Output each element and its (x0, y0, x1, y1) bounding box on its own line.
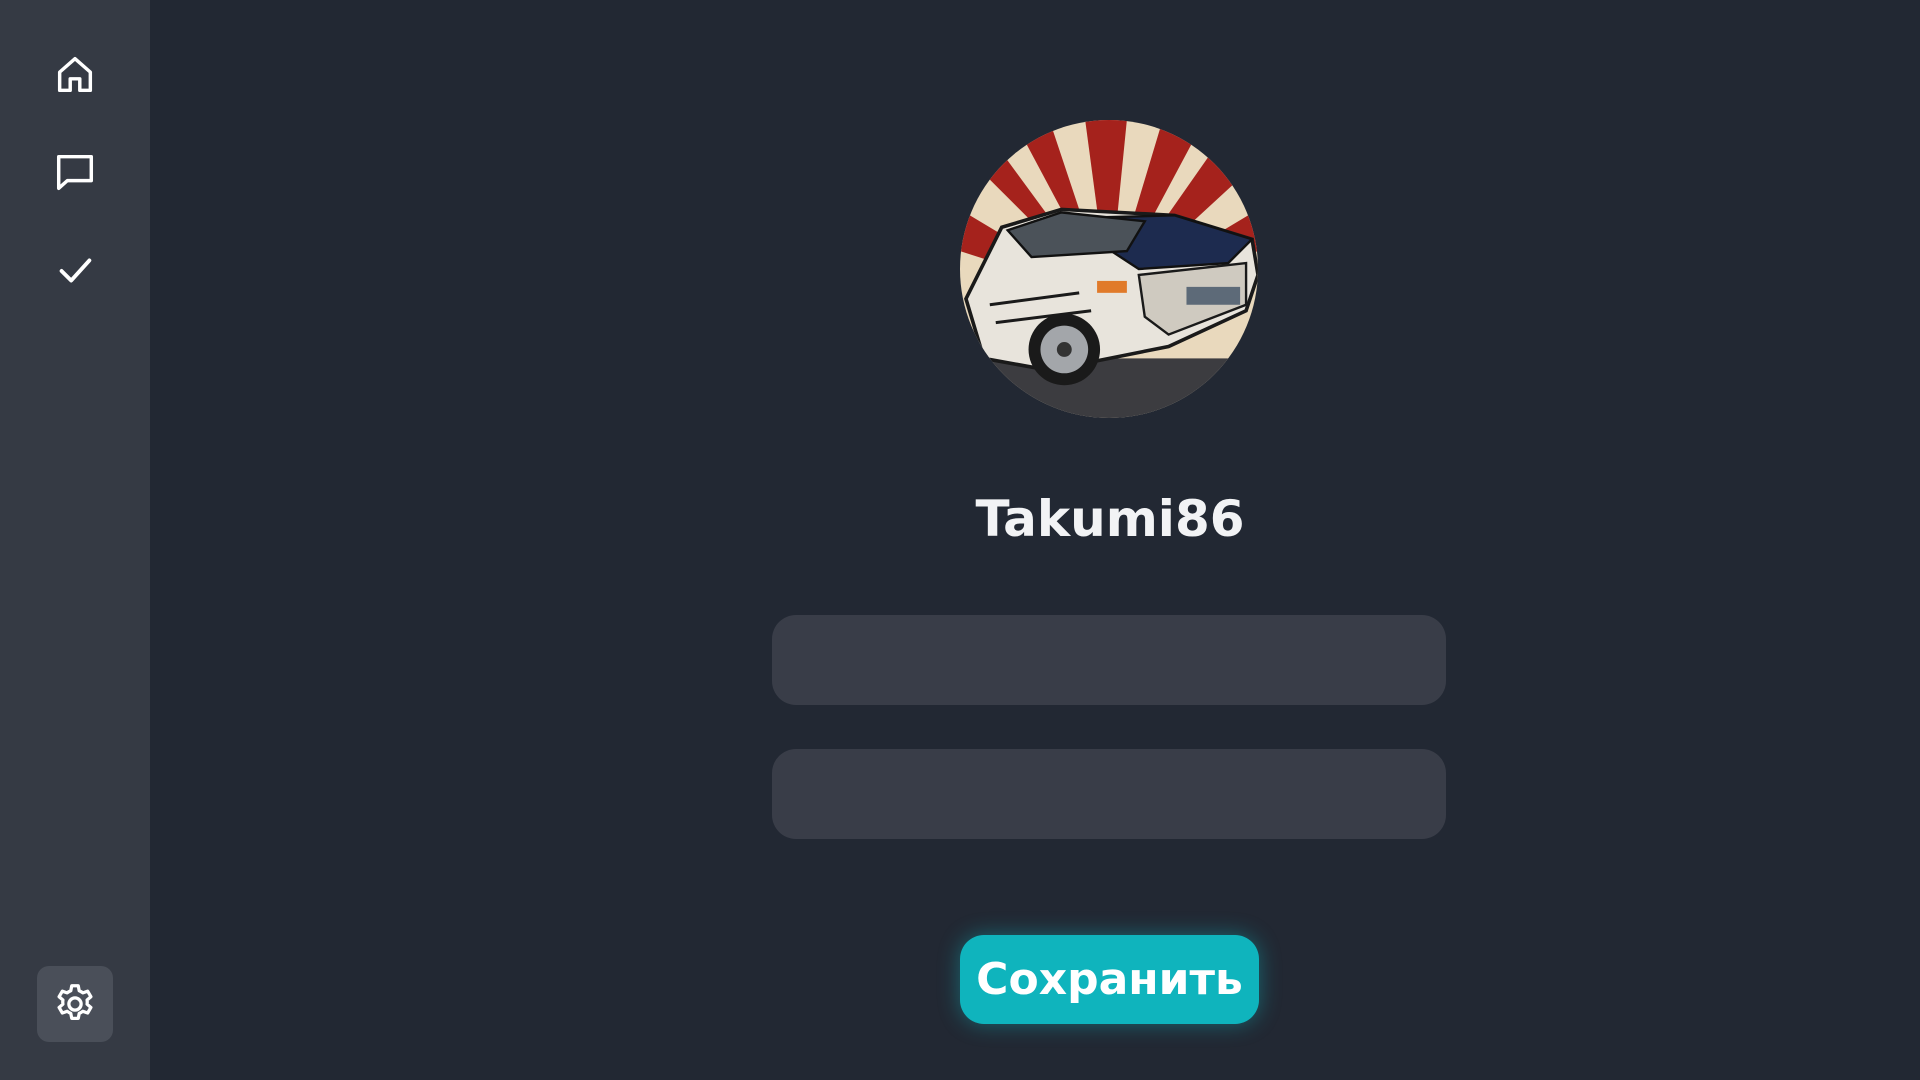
chat-icon (56, 154, 94, 191)
home-icon (57, 56, 93, 93)
save-button[interactable]: Сохранить (960, 935, 1259, 1024)
sidebar-item-settings[interactable] (37, 966, 113, 1042)
sidebar-item-messages[interactable] (37, 134, 113, 210)
main-panel: Takumi86 Сохранить (150, 0, 1920, 1080)
car-illustration (960, 120, 1258, 418)
username: Takumi86 (975, 490, 1245, 548)
check-icon (59, 258, 92, 283)
avatar[interactable] (960, 120, 1258, 418)
sidebar-item-tasks[interactable] (37, 232, 113, 308)
sidebar-item-home[interactable] (37, 37, 113, 113)
profile-field-1[interactable] (772, 615, 1446, 705)
sidebar (0, 0, 150, 1080)
gear-icon (57, 984, 93, 1021)
profile-field-2[interactable] (772, 749, 1446, 839)
